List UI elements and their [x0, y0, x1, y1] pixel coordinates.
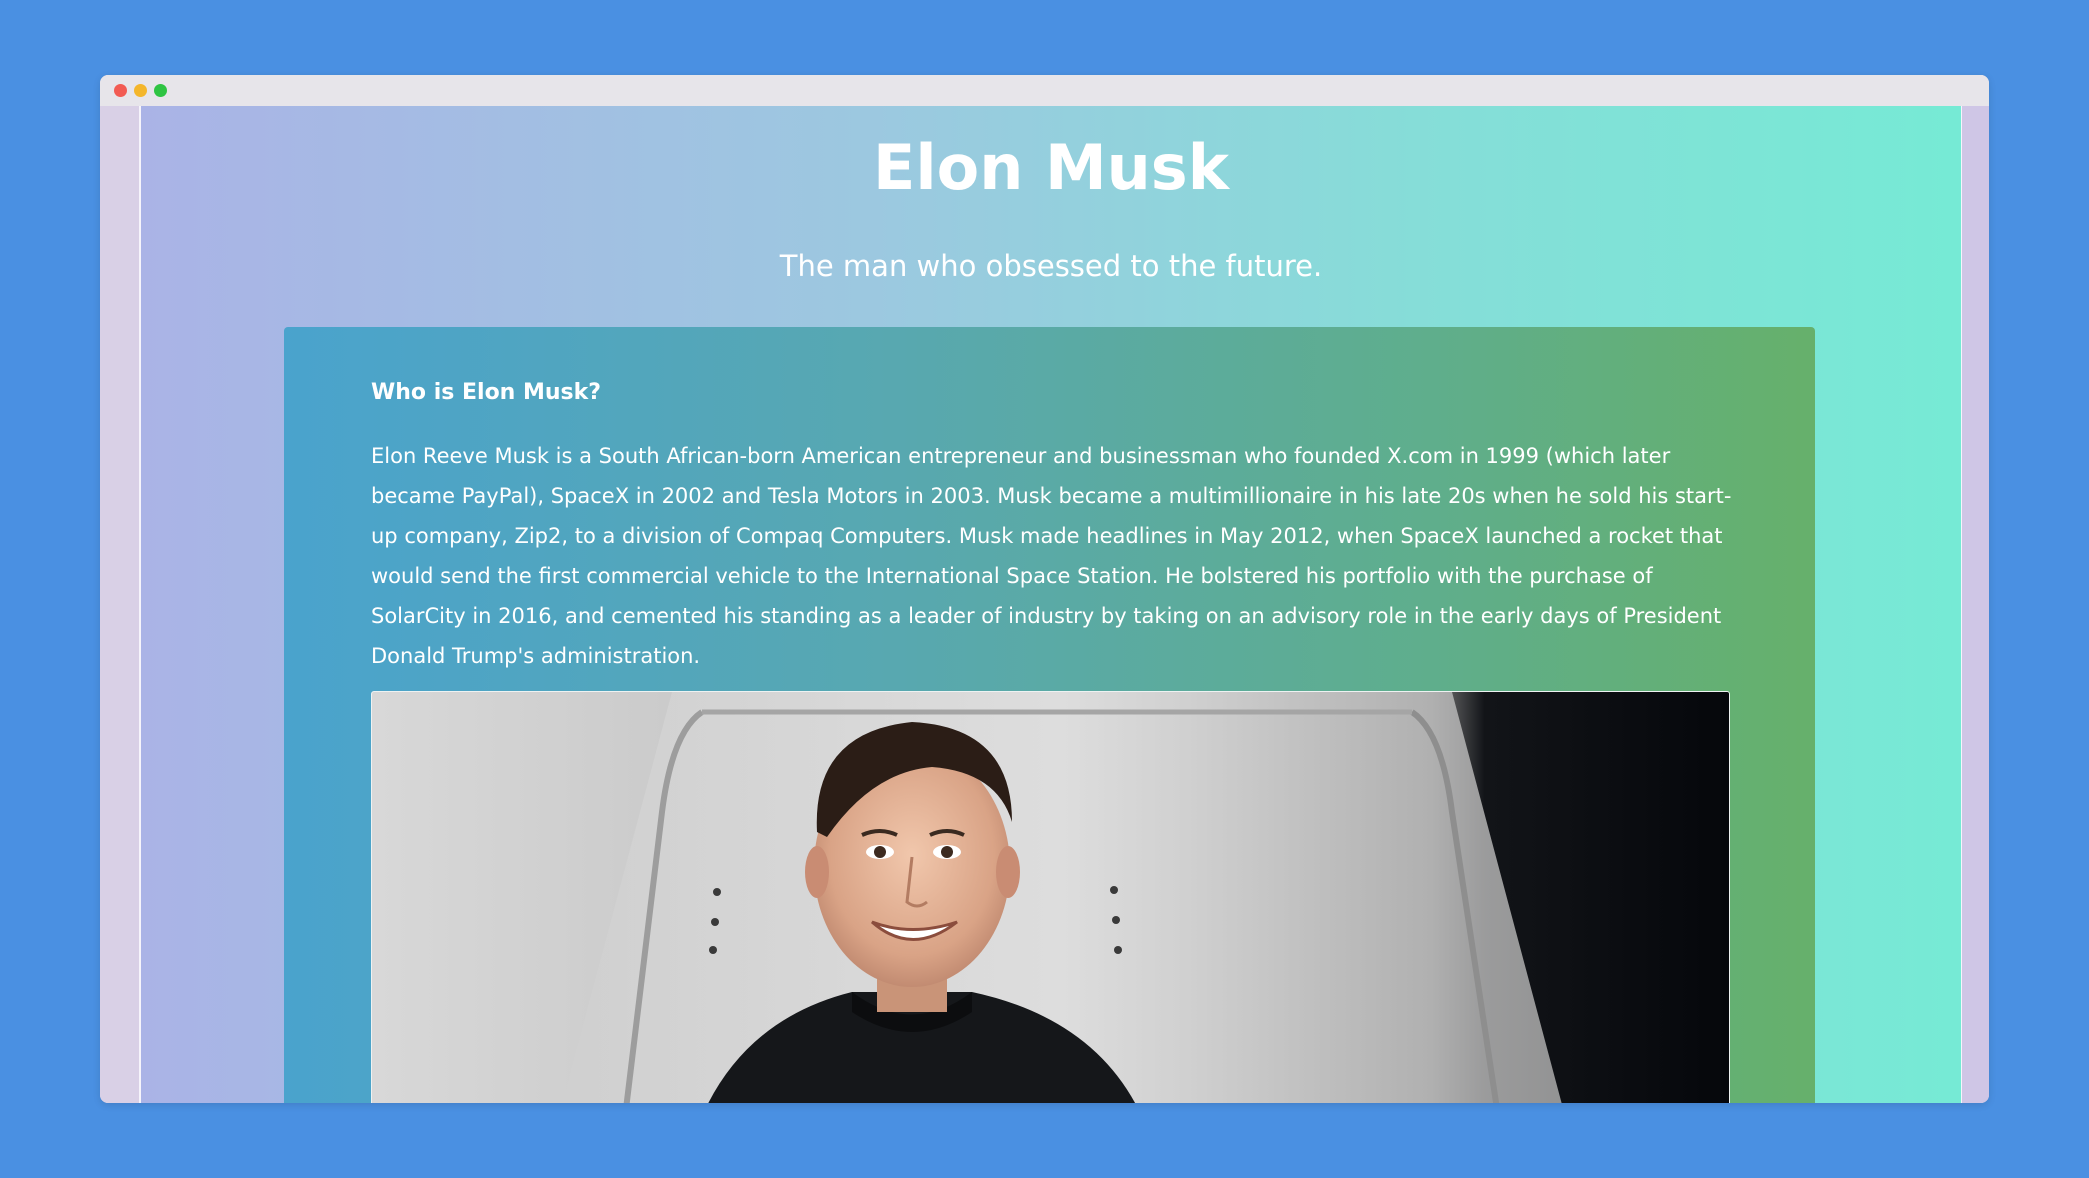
portrait-illustration — [372, 692, 1729, 1103]
tribute-page[interactable]: Elon Musk The man who obsessed to the fu… — [141, 106, 1961, 1103]
window-titlebar — [100, 75, 1989, 106]
close-window-icon[interactable] — [114, 84, 127, 97]
bio-paragraph: Elon Reeve Musk is a South African-born … — [371, 444, 1732, 668]
page-right-margin — [1960, 106, 1989, 1103]
bio-card: Who is Elon Musk? Elon Reeve Musk is a S… — [284, 327, 1815, 1103]
portrait-image — [371, 691, 1730, 1103]
browser-window: Elon Musk The man who obsessed to the fu… — [100, 75, 1989, 1103]
page-left-margin — [100, 106, 141, 1103]
page-title: Elon Musk — [873, 131, 1229, 204]
page-subtitle: The man who obsessed to the future. — [779, 249, 1323, 283]
minimize-window-icon[interactable] — [134, 84, 147, 97]
bio-heading: Who is Elon Musk? — [371, 380, 602, 405]
maximize-window-icon[interactable] — [154, 84, 167, 97]
